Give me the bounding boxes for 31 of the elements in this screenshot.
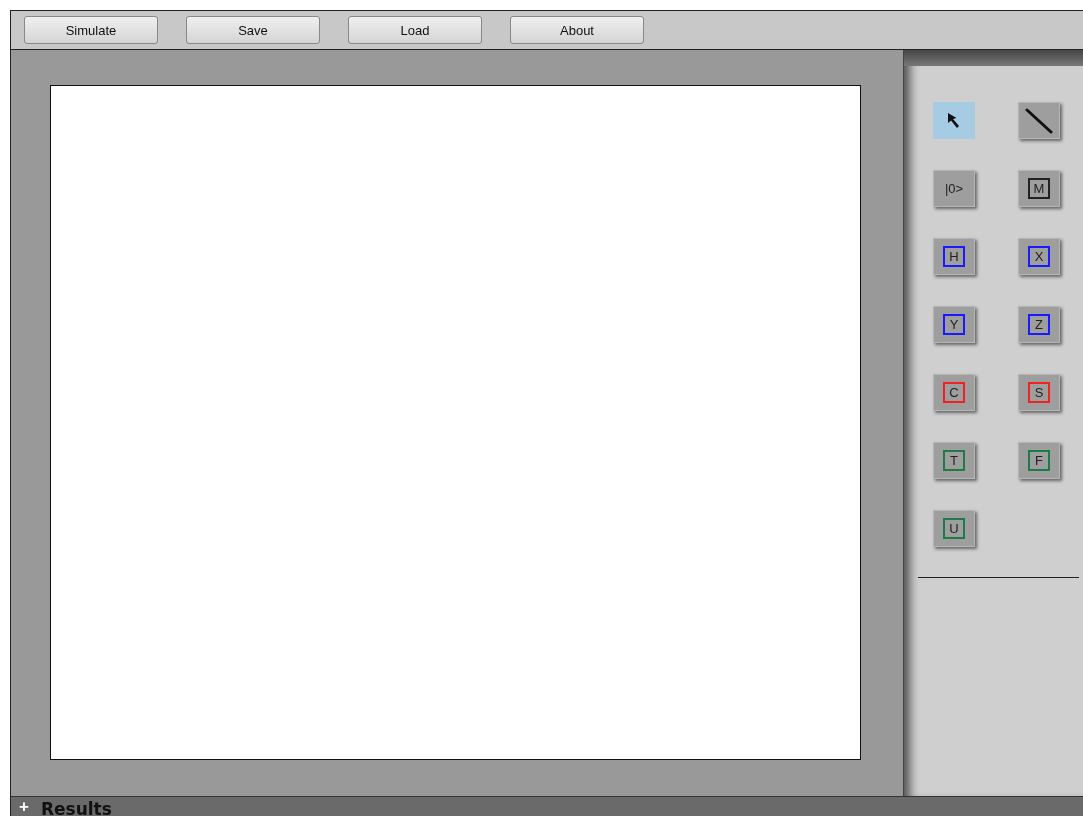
gate-symbol: M bbox=[1028, 178, 1050, 199]
toolbar-button[interactable]: Simulate bbox=[24, 16, 158, 44]
gate-symbol: U bbox=[943, 518, 965, 539]
tool-button[interactable]: H bbox=[933, 238, 975, 275]
tool-button[interactable]: X bbox=[1018, 238, 1060, 275]
gate-symbol: S bbox=[1028, 382, 1050, 403]
toolbar-button[interactable]: Load bbox=[348, 16, 482, 44]
tool-button[interactable]: S bbox=[1018, 374, 1060, 411]
tool-button[interactable]: T bbox=[933, 442, 975, 479]
gate-symbol: X bbox=[1028, 246, 1050, 267]
gate-symbol: Y bbox=[943, 314, 965, 335]
tool-button[interactable]: F bbox=[1018, 442, 1060, 479]
results-title: Results bbox=[40, 798, 112, 816]
line-icon bbox=[1025, 107, 1053, 134]
tool-button[interactable] bbox=[933, 102, 975, 139]
toolbar-button[interactable]: Save bbox=[186, 16, 320, 44]
toolbar-button[interactable]: About bbox=[510, 16, 644, 44]
gate-symbol: F bbox=[1028, 450, 1050, 471]
tool-button[interactable] bbox=[1018, 102, 1060, 139]
gate-symbol: C bbox=[943, 382, 965, 403]
expand-button[interactable]: + bbox=[19, 798, 29, 815]
gate-symbol: Z bbox=[1028, 314, 1050, 335]
pointer-icon bbox=[947, 111, 961, 130]
tool-button[interactable]: Z bbox=[1018, 306, 1060, 343]
tool-button[interactable]: |0> bbox=[933, 170, 975, 207]
gate-symbol: T bbox=[943, 450, 965, 471]
tool-button[interactable]: Y bbox=[933, 306, 975, 343]
gate-symbol: H bbox=[943, 246, 965, 267]
tool-button[interactable]: U bbox=[933, 510, 975, 547]
tool-button[interactable]: M bbox=[1018, 170, 1060, 207]
tool-button[interactable]: C bbox=[933, 374, 975, 411]
